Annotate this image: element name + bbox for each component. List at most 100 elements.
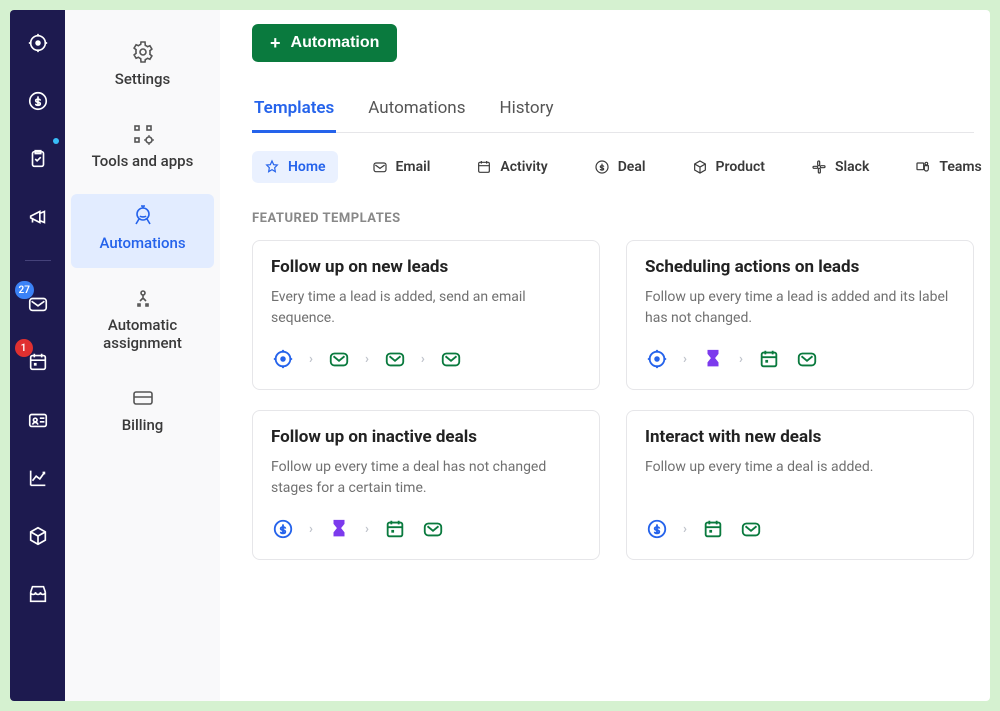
chevron-right-icon: ›: [365, 522, 369, 537]
sidebar-label: Tools and apps: [92, 152, 194, 170]
template-card[interactable]: Scheduling actions on leads Follow up ev…: [626, 240, 974, 390]
chevron-right-icon: ›: [683, 352, 687, 367]
cube-icon: [692, 159, 708, 175]
template-card-desc: Follow up every time a lead is added and…: [645, 287, 955, 329]
rail-inbox[interactable]: 27: [23, 289, 53, 319]
sidebar-label: Settings: [115, 70, 171, 88]
credit-card-icon: [131, 386, 155, 410]
calendar-icon: [701, 517, 725, 541]
chevron-right-icon: ›: [421, 352, 425, 367]
gear-icon: [131, 40, 155, 64]
mail-icon: [327, 347, 351, 371]
chevron-right-icon: ›: [365, 352, 369, 367]
tab-templates[interactable]: Templates: [252, 90, 336, 133]
button-label: Automation: [291, 34, 380, 52]
template-card-title: Interact with new deals: [645, 427, 955, 447]
calendar-icon: [757, 347, 781, 371]
section-heading-featured: FEATURED TEMPLATES: [252, 211, 974, 226]
teams-icon: [915, 159, 931, 175]
add-automation-button[interactable]: + Automation: [252, 24, 397, 62]
sidebar-item-settings[interactable]: Settings: [65, 30, 220, 104]
main-content: + Automation Templates Automations Histo…: [220, 10, 990, 701]
filter-slack[interactable]: Slack: [799, 151, 881, 183]
sidebar-item-assignment[interactable]: Automatic assignment: [65, 276, 220, 368]
filter-email[interactable]: Email: [360, 151, 443, 183]
template-card-desc: Follow up every time a deal has not chan…: [271, 457, 581, 499]
cube-icon: [27, 525, 49, 547]
assignment-icon: [131, 286, 155, 310]
mail-icon: [421, 517, 445, 541]
chevron-right-icon: ›: [739, 352, 743, 367]
target-icon: [645, 347, 669, 371]
rail-insights[interactable]: [23, 463, 53, 493]
storefront-icon: [27, 583, 49, 605]
flow-row: ›: [645, 517, 955, 541]
hourglass-icon: [327, 517, 351, 541]
sidebar-item-tools[interactable]: Tools and apps: [65, 112, 220, 186]
nav-rail: 27 1: [10, 10, 65, 701]
rail-marketplace[interactable]: [23, 579, 53, 609]
template-card-desc: Follow up every time a deal is added.: [645, 457, 955, 499]
star-icon: [264, 159, 280, 175]
filter-teams[interactable]: Teams: [903, 151, 990, 183]
id-card-icon: [27, 409, 49, 431]
dollar-circle-icon: [27, 90, 49, 112]
robot-icon: [131, 204, 155, 228]
template-filters: Home Email Activity Deal Product Slack: [252, 151, 974, 183]
insights-icon: [27, 467, 49, 489]
template-card[interactable]: Interact with new deals Follow up every …: [626, 410, 974, 560]
template-card[interactable]: Follow up on new leads Every time a lead…: [252, 240, 600, 390]
sidebar-label: Automations: [99, 234, 185, 252]
tab-automations[interactable]: Automations: [366, 90, 467, 132]
template-card[interactable]: Follow up on inactive deals Follow up ev…: [252, 410, 600, 560]
rail-campaigns[interactable]: [23, 202, 53, 232]
mail-icon: [795, 347, 819, 371]
mail-icon: [739, 517, 763, 541]
primary-tabs: Templates Automations History: [252, 90, 974, 133]
dollar-circle-icon: [271, 517, 295, 541]
sidebar-item-automations[interactable]: Automations: [71, 194, 214, 268]
notify-dot: [53, 138, 59, 144]
filter-activity[interactable]: Activity: [464, 151, 559, 183]
target-icon: [27, 32, 49, 54]
mail-icon: [372, 159, 388, 175]
sidebar-item-billing[interactable]: Billing: [65, 376, 220, 450]
template-cards-grid: Follow up on new leads Every time a lead…: [252, 240, 974, 560]
sidebar-label: Automatic assignment: [69, 316, 216, 352]
rail-tasks[interactable]: [23, 144, 53, 174]
filter-deal[interactable]: Deal: [582, 151, 658, 183]
dollar-circle-icon: [645, 517, 669, 541]
badge-calendar: 1: [15, 339, 33, 357]
calendar-icon: [383, 517, 407, 541]
rail-leads[interactable]: [23, 28, 53, 58]
template-card-title: Follow up on inactive deals: [271, 427, 581, 447]
template-card-desc: Every time a lead is added, send an emai…: [271, 287, 581, 329]
tools-icon: [131, 122, 155, 146]
calendar-icon: [476, 159, 492, 175]
filter-home[interactable]: Home: [252, 151, 338, 183]
filter-product[interactable]: Product: [680, 151, 777, 183]
settings-sidebar: Settings Tools and apps Automations Auto…: [65, 10, 220, 701]
plus-icon: +: [270, 34, 281, 52]
badge-inbox: 27: [15, 281, 34, 299]
flow-row: › › ›: [271, 347, 581, 371]
chevron-right-icon: ›: [683, 522, 687, 537]
flow-row: › ›: [271, 517, 581, 541]
rail-deals[interactable]: [23, 86, 53, 116]
slack-icon: [811, 159, 827, 175]
target-icon: [271, 347, 295, 371]
dollar-circle-icon: [594, 159, 610, 175]
megaphone-icon: [27, 206, 49, 228]
mail-icon: [439, 347, 463, 371]
mail-icon: [383, 347, 407, 371]
rail-contacts[interactable]: [23, 405, 53, 435]
tab-history[interactable]: History: [497, 90, 555, 132]
chevron-right-icon: ›: [309, 352, 313, 367]
app-shell: 27 1 Settings Tools and apps: [10, 10, 990, 701]
rail-separator: [25, 260, 51, 261]
rail-products[interactable]: [23, 521, 53, 551]
flow-row: › ›: [645, 347, 955, 371]
template-card-title: Follow up on new leads: [271, 257, 581, 277]
template-card-title: Scheduling actions on leads: [645, 257, 955, 277]
rail-calendar[interactable]: 1: [23, 347, 53, 377]
